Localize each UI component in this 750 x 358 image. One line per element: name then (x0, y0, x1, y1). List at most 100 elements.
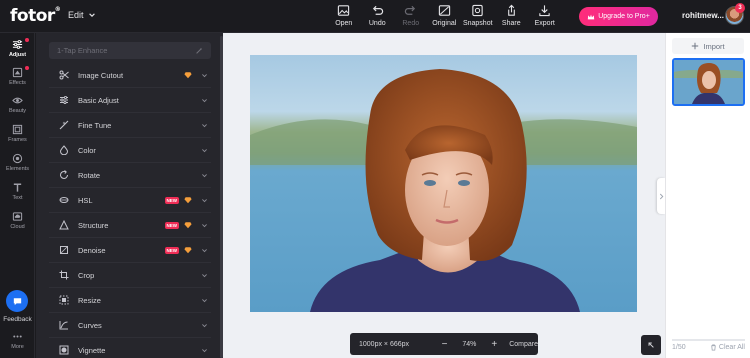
original-button[interactable]: Original (428, 4, 462, 27)
elements-icon (12, 153, 23, 164)
panel-item-color[interactable]: Color (49, 138, 211, 163)
clear-all-button[interactable]: Clear All (710, 344, 745, 351)
panel-item-rotate[interactable]: Rotate (49, 163, 211, 188)
right-panel-toggle[interactable] (657, 178, 665, 214)
image-thumbnail[interactable] (672, 58, 745, 106)
rail-label-adjust: Adjust (8, 52, 27, 58)
panel-item-label: Resize (78, 295, 101, 305)
rotate-icon (59, 170, 69, 180)
trash-icon (711, 344, 716, 351)
vignette-icon (59, 345, 69, 355)
canvas-area: 1000px × 666px − 74% + Compare (223, 33, 665, 358)
chevron-down-icon (202, 198, 207, 202)
rail-label-cloud: Cloud (10, 224, 25, 230)
zoom-in-button[interactable]: + (487, 339, 501, 350)
panel-item-label: Structure (78, 220, 109, 230)
undo-button[interactable]: Undo (361, 4, 395, 27)
fotor-logo[interactable]: fotor® (10, 6, 61, 26)
effects-icon (12, 67, 23, 78)
snapshot-label: Snapshot (462, 20, 493, 27)
fit-screen-button[interactable] (641, 335, 661, 355)
rail-item-adjust[interactable]: Adjust (0, 39, 35, 58)
rail-label-elements: Elements (6, 166, 29, 172)
open-button[interactable]: Open (327, 4, 361, 27)
right-panel-footer: 1/50 Clear All (672, 344, 745, 351)
hsl-icon (59, 195, 69, 205)
photo-canvas[interactable] (250, 55, 637, 312)
open-label: Open (335, 20, 353, 27)
rail-item-effects[interactable]: Effects (0, 67, 35, 86)
username[interactable]: rohitmew... (682, 11, 724, 20)
crop-icon (59, 270, 69, 280)
panel-item-image-cutout[interactable]: Image Cutout (49, 63, 211, 88)
sliders-icon (12, 40, 23, 49)
rail-label-beauty: Beauty (8, 108, 27, 114)
panel-item-label: Color (78, 145, 96, 155)
one-tap-enhance-search[interactable]: 1-Tap Enhance (49, 42, 211, 59)
chevron-down-icon (202, 123, 207, 127)
export-button[interactable]: Export (528, 4, 562, 27)
crown-icon (588, 14, 595, 19)
snapshot-button[interactable]: Snapshot (461, 4, 495, 27)
panel-item-resize[interactable]: Resize (49, 288, 211, 313)
panel-item-crop[interactable]: Crop (49, 263, 211, 288)
rail-item-frames[interactable]: Frames (0, 124, 35, 143)
sliders-icon (59, 95, 69, 105)
rail-item-text[interactable]: Text (0, 182, 35, 201)
effects-dot (25, 66, 29, 70)
panel-item-fine-tune[interactable]: Fine Tune (49, 113, 211, 138)
rail-item-more[interactable]: More (0, 331, 35, 350)
edit-menu[interactable]: Edit (68, 10, 96, 20)
arrow-up-left-icon (648, 342, 654, 348)
rail-item-cloud[interactable]: Cloud (0, 211, 35, 230)
chevron-down-icon (88, 13, 95, 17)
chevron-down-icon (202, 323, 207, 327)
image-dimensions: 1000px × 666px (359, 340, 410, 348)
panel-item-denoise[interactable]: Denoise NEW (49, 238, 211, 263)
panel-item-label: Basic Adjust (78, 95, 119, 105)
more-dots-icon (13, 335, 22, 338)
panel-item-label: Vignette (78, 345, 106, 355)
panel-item-hsl[interactable]: HSL NEW (49, 188, 211, 213)
curves-icon (59, 320, 69, 330)
zoom-out-button[interactable]: − (438, 339, 452, 350)
redo-icon (405, 5, 416, 15)
snapshot-icon (472, 4, 483, 17)
feedback-button[interactable] (6, 290, 28, 312)
upgrade-button[interactable]: Upgrade to Pro+ (579, 7, 658, 26)
thumbnail-scrollbar[interactable] (672, 339, 745, 341)
cloud-icon (12, 212, 23, 221)
rail-label-text: Text (12, 195, 23, 201)
search-placeholder: 1-Tap Enhance (57, 46, 108, 55)
undo-icon (372, 5, 383, 15)
panel-item-label: Image Cutout (78, 70, 124, 80)
zoom-bar: 1000px × 666px − 74% + Compare (350, 333, 538, 355)
fine-tune-icon (59, 120, 69, 130)
chevron-down-icon (202, 298, 207, 302)
rail-item-beauty[interactable]: Beauty (0, 95, 35, 114)
page-count: 1/50 (672, 344, 686, 351)
new-badge: NEW (164, 221, 179, 229)
right-panel: Import 1/50 Clear All (665, 33, 750, 358)
chevron-right-icon (659, 193, 663, 199)
zoom-level[interactable]: 74% (452, 341, 488, 348)
feedback-label[interactable]: Feedback (0, 316, 35, 323)
left-rail: Adjust Effects Beauty Frames Elements Te… (0, 33, 35, 358)
rail-item-elements[interactable]: Elements (0, 153, 35, 172)
panel-item-structure[interactable]: Structure NEW (49, 213, 211, 238)
panel-item-curves[interactable]: Curves (49, 313, 211, 338)
notification-badge[interactable]: 3 (735, 3, 745, 13)
share-button[interactable]: Share (495, 4, 529, 27)
import-button[interactable]: Import (672, 38, 744, 54)
scissors-icon (59, 70, 69, 80)
redo-button[interactable]: Redo (394, 4, 428, 27)
rail-label-frames: Frames (8, 137, 27, 143)
chat-bubble-icon (13, 297, 21, 305)
compare-button[interactable]: Compare (509, 341, 538, 348)
panel-item-label: Crop (78, 270, 95, 280)
panel-item-vignette[interactable]: Vignette (49, 338, 211, 358)
eye-icon (12, 97, 23, 104)
panel-item-basic-adjust[interactable]: Basic Adjust (49, 88, 211, 113)
pro-gem-icon (184, 222, 192, 229)
adjust-panel: 1-Tap Enhance Image Cutout Basic Adjust Fi… (36, 33, 223, 358)
